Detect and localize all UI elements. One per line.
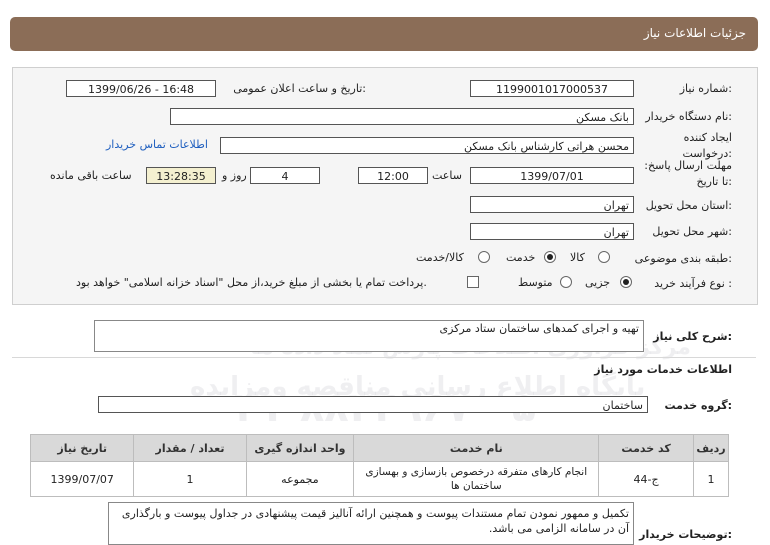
city-field: تهران (470, 223, 634, 240)
col-row-header: ردیف (692, 434, 730, 462)
announce-datetime-label: تاریخ و ساعت اعلان عمومی: (233, 82, 366, 95)
divider (12, 357, 756, 358)
process-radio-minor[interactable] (620, 276, 632, 288)
process-option-medium: متوسط (518, 276, 553, 289)
col-service-name-header: نام خدمت (353, 434, 600, 462)
days-label: روز و (222, 169, 247, 182)
deadline-date-field: 1399/07/01 (470, 167, 634, 184)
buyer-notes-field: تکمیل و ممهور نمودن تمام مستندات پیوست و… (108, 502, 634, 545)
service-group-field: ساختمان (98, 396, 648, 413)
col-code-header: کد خدمت (598, 434, 694, 462)
description-title: شرح کلی نیاز: (653, 330, 732, 343)
buyer-org-label: نام دستگاه خریدار: (645, 110, 732, 123)
description-field: تهیه و اجرای کمدهای ساختمان ستاد مرکزی (94, 320, 644, 352)
purchase-process-label: نوع فرآیند خرید : (654, 277, 732, 290)
cell-service-name: انجام کارهای متفرقه درخصوص بازسازی و بهس… (353, 461, 600, 497)
category-option-service: خدمت (506, 251, 536, 264)
treasury-payment-checkbox[interactable] (467, 276, 479, 288)
buyer-notes-label: توضیحات خریدار: (639, 528, 732, 541)
page-header: جزئیات اطلاعات نیاز (10, 17, 758, 51)
cell-code: ج-44 (598, 461, 694, 497)
category-radio-service[interactable] (544, 251, 556, 263)
category-radio-goods[interactable] (598, 251, 610, 263)
days-field: 4 (250, 167, 320, 184)
services-info-title: اطلاعات خدمات مورد نیاز (594, 363, 732, 376)
category-option-goods: کالا (570, 251, 585, 264)
table-header-row: ردیف کد خدمت نام خدمت واحد اندازه گیری ت… (29, 434, 730, 462)
category-option-goods-service: کالا/خدمت (416, 251, 464, 264)
time-label: ساعت (432, 169, 462, 182)
announce-datetime-field: 1399/06/26 - 16:48 (66, 80, 216, 97)
services-table: ردیف کد خدمت نام خدمت واحد اندازه گیری ت… (29, 434, 730, 497)
requester-field: محسن هراتی کارشناس بانک مسکن (220, 137, 634, 154)
process-radio-medium[interactable] (560, 276, 572, 288)
buyer-contact-link[interactable]: اطلاعات تماس خریدار (106, 138, 208, 151)
city-label: شهر محل تحویل: (652, 225, 732, 238)
page-title: جزئیات اطلاعات نیاز (643, 26, 746, 40)
payment-note: پرداخت تمام یا بخشی از مبلغ خرید،از محل … (76, 276, 427, 289)
need-number-field: 1199001017000537 (470, 80, 634, 97)
need-number-label: شماره نیاز: (679, 82, 732, 95)
deadline-label: مهلت ارسال پاسخ: تا تاریخ: (644, 159, 732, 188)
cell-unit: مجموعه (245, 461, 355, 497)
province-label: استان محل تحویل: (645, 199, 732, 212)
table-row: 1 ج-44 انجام کارهای متفرقه درخصوص بازساز… (29, 461, 730, 497)
category-label: طبقه بندی موضوعی: (634, 252, 732, 265)
cell-row: 1 (692, 461, 730, 497)
province-field: تهران (470, 196, 634, 213)
process-option-minor: جزیی (585, 276, 611, 289)
cell-quantity: 1 (133, 461, 247, 497)
deadline-time-field: 12:00 (358, 167, 428, 184)
col-date-header: تاریخ نیاز (29, 434, 135, 462)
remaining-label: ساعت باقی مانده (50, 169, 132, 182)
service-group-label: گروه خدمت: (664, 399, 732, 412)
buyer-org-field: بانک مسکن (170, 108, 634, 125)
cell-date: 1399/07/07 (29, 461, 135, 497)
remaining-time-field: 13:28:35 (146, 167, 216, 184)
category-radio-goods-service[interactable] (478, 251, 490, 263)
col-unit-header: واحد اندازه گیری (245, 434, 355, 462)
col-quantity-header: تعداد / مقدار (133, 434, 247, 462)
